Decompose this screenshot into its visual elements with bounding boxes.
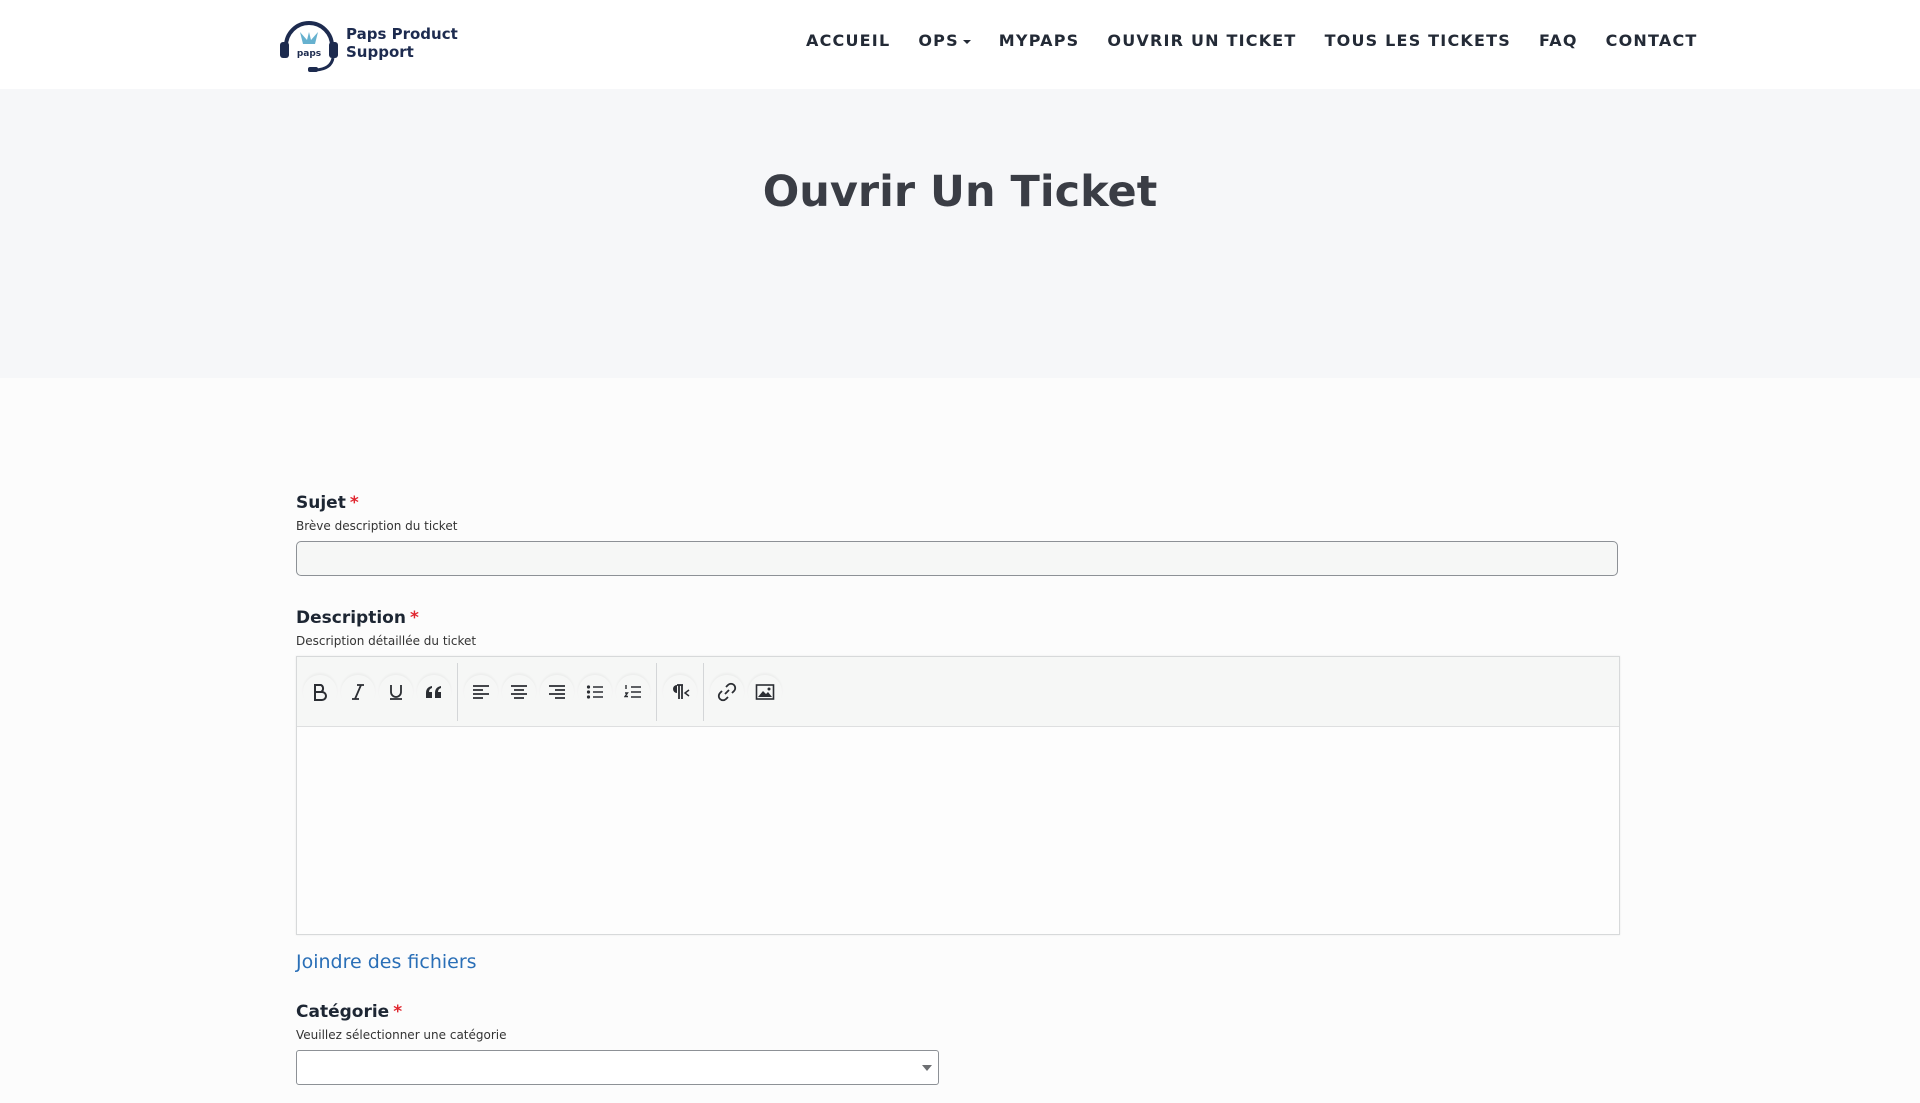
description-hint: Description détaillée du ticket — [296, 634, 477, 648]
toolbar-separator — [656, 662, 657, 721]
required-mark: * — [393, 1002, 403, 1022]
nav-mypaps[interactable]: MYPAPS — [999, 31, 1080, 50]
description-editor-area[interactable] — [297, 727, 1619, 935]
subject-hint: Brève description du ticket — [296, 519, 458, 533]
subject-label: Sujet * — [296, 493, 359, 513]
editor-toolbar — [297, 657, 1619, 727]
align-left-icon[interactable] — [464, 675, 498, 709]
toolbar-separator — [703, 662, 704, 721]
required-mark: * — [409, 608, 419, 628]
underline-icon[interactable] — [379, 675, 413, 709]
logo-wordmark: paps — [297, 49, 321, 59]
brand-name: Paps Product Support — [346, 25, 458, 61]
link-icon[interactable] — [710, 675, 744, 709]
caret-down-icon — [962, 39, 971, 44]
site-header: paps Paps Product Support ACCUEIL OPS MY… — [0, 0, 1920, 89]
chevron-down-icon — [922, 1065, 932, 1071]
bullet-list-icon[interactable] — [578, 675, 612, 709]
category-hint: Veuillez sélectionner une catégorie — [296, 1028, 507, 1042]
subject-field-group: Sujet * Brève description du ticket — [296, 493, 1620, 576]
toolbar-separator — [457, 662, 458, 721]
headset-logo-icon: paps — [278, 14, 340, 72]
main-nav: ACCUEIL OPS MYPAPS OUVRIR UN TICKET TOUS… — [806, 31, 1698, 50]
category-label: Catégorie * — [296, 1002, 403, 1022]
nav-tous-les-tickets[interactable]: TOUS LES TICKETS — [1325, 31, 1511, 50]
hero-banner: Ouvrir Un Ticket — [0, 89, 1920, 378]
rich-text-editor — [296, 656, 1620, 935]
nav-ops[interactable]: OPS — [918, 31, 971, 50]
bold-icon[interactable] — [303, 675, 337, 709]
paragraph-direction-icon[interactable] — [663, 675, 697, 709]
subject-input[interactable] — [296, 541, 1618, 576]
numbered-list-icon[interactable] — [616, 675, 650, 709]
category-field-group: Catégorie * Veuillez sélectionner une cat… — [296, 1002, 1620, 1085]
required-mark: * — [349, 493, 359, 513]
description-label: Description * — [296, 608, 419, 628]
blockquote-icon[interactable] — [417, 675, 451, 709]
brand-name-line2: Support — [346, 43, 414, 61]
nav-ouvrir-un-ticket[interactable]: OUVRIR UN TICKET — [1107, 31, 1296, 50]
ticket-form: Sujet * Brève description du ticket Descr… — [296, 493, 1620, 1085]
nav-faq[interactable]: FAQ — [1539, 31, 1578, 50]
align-center-icon[interactable] — [502, 675, 536, 709]
site-logo[interactable]: paps Paps Product Support — [278, 14, 458, 72]
nav-contact[interactable]: CONTACT — [1606, 31, 1698, 50]
image-icon[interactable] — [748, 675, 782, 709]
page-title: Ouvrir Un Ticket — [762, 167, 1158, 217]
nav-accueil[interactable]: ACCUEIL — [806, 31, 890, 50]
brand-name-line1: Paps Product — [346, 25, 458, 43]
align-right-icon[interactable] — [540, 675, 574, 709]
description-field-group: Description * Description détaillée du ti… — [296, 608, 1620, 935]
attach-files-link[interactable]: Joindre des fichiers — [296, 951, 477, 973]
category-select[interactable] — [296, 1050, 939, 1085]
italic-icon[interactable] — [341, 675, 375, 709]
